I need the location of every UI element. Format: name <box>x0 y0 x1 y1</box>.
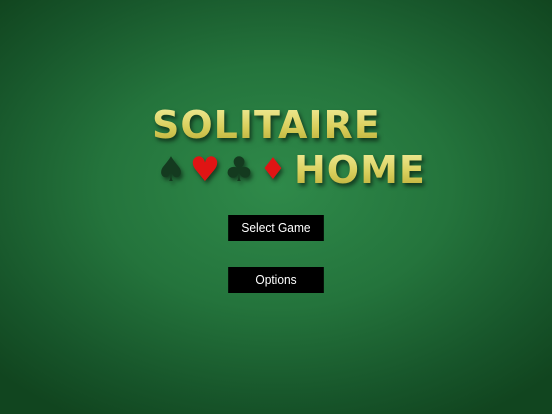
game-logo: SOLITAIRE ♠ ♥ ♣ ♦ HOME <box>152 103 425 191</box>
spade-icon: ♠ <box>155 150 187 190</box>
select-game-button[interactable]: Select Game <box>228 215 324 241</box>
heart-icon: ♥ <box>189 150 221 190</box>
title-solitaire: SOLITAIRE <box>152 103 381 147</box>
title-row-2: ♠ ♥ ♣ ♦ HOME <box>154 148 426 192</box>
diamond-icon: ♦ <box>259 152 287 187</box>
club-icon: ♣ <box>223 150 255 190</box>
options-button[interactable]: Options <box>228 267 324 293</box>
title-home: HOME <box>294 148 426 192</box>
